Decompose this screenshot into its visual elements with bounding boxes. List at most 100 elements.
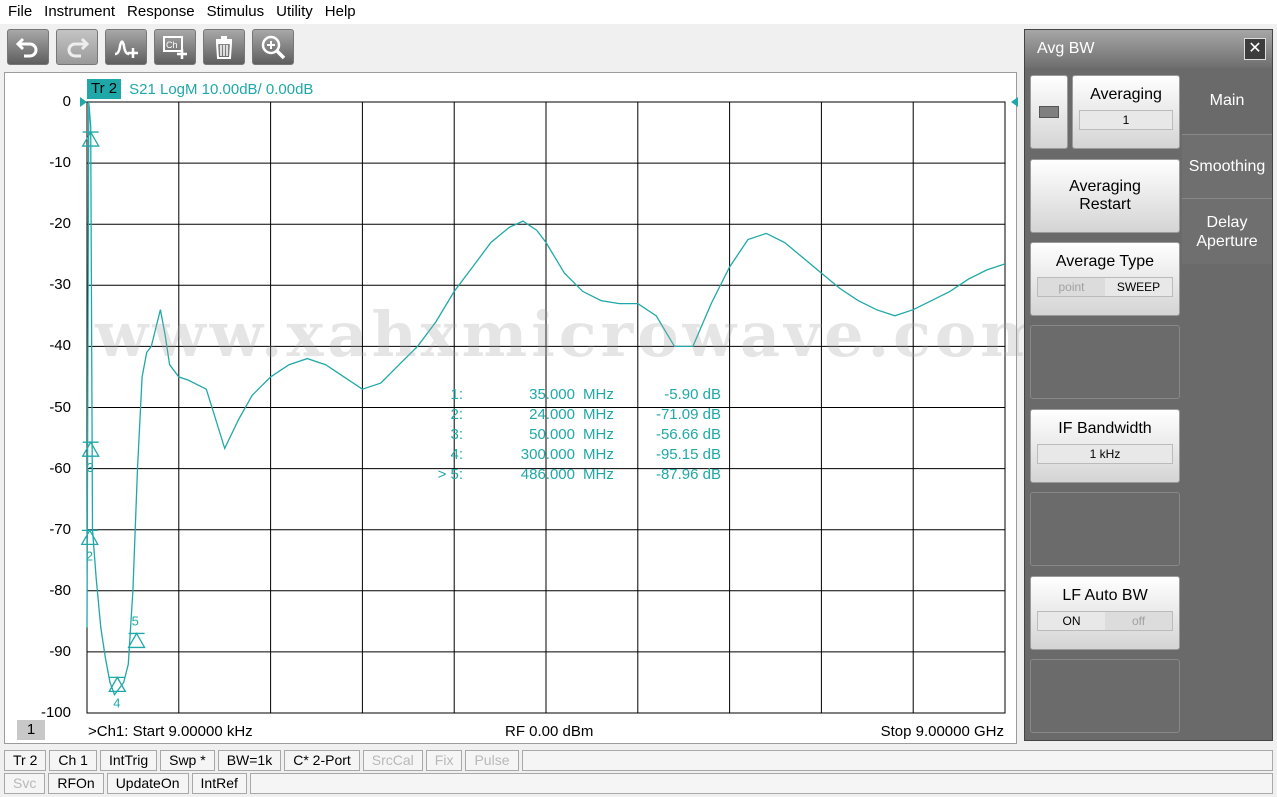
marker-row[interactable]: 3: 50.000 MHz -56.66 dB [429, 425, 721, 445]
lf-auto-bw-label: LF Auto BW [1062, 587, 1148, 604]
marker-3-label: 3 [87, 460, 94, 475]
channel-plus-icon: Ch [163, 36, 187, 59]
status-pulse[interactable]: Pulse [465, 750, 519, 771]
averaging-value[interactable]: 1 [1079, 110, 1173, 130]
y-tick-label: -30 [49, 276, 71, 294]
marker-4-label: 4 [113, 695, 120, 710]
marker-value: -5.90 dB [664, 386, 721, 403]
tab-smoothing[interactable]: Smoothing [1182, 134, 1272, 198]
averaging-led-icon [1039, 106, 1059, 118]
reference-marker-right-icon [1011, 97, 1018, 107]
marker-value: -56.66 dB [655, 426, 721, 443]
if-bandwidth-label: IF Bandwidth [1058, 420, 1152, 437]
marker-index: 1: [450, 386, 463, 403]
menu-help[interactable]: Help [319, 0, 362, 24]
averaging-restart-button[interactable]: Averaging Restart [1030, 159, 1180, 233]
reference-marker-left-icon [80, 97, 87, 107]
menu-utility[interactable]: Utility [270, 0, 319, 24]
marker-index: 4: [450, 446, 463, 463]
marker-5-icon [127, 632, 146, 649]
status-filler [249, 773, 1273, 794]
marker-row[interactable]: 4: 300.000 MHz -95.15 dB [429, 445, 721, 465]
delete-button[interactable] [203, 29, 245, 65]
status-updateon[interactable]: UpdateOn [106, 773, 189, 794]
marker-value: -87.96 dB [655, 466, 721, 483]
lf-auto-off[interactable]: off [1105, 612, 1172, 630]
add-trace-button[interactable] [105, 29, 147, 65]
status-bw-1k[interactable]: BW=1k [217, 750, 282, 771]
start-frequency[interactable]: >Ch1: Start 9.00000 kHz [88, 723, 253, 740]
menu-bar: File Instrument Response Stimulus Utilit… [0, 0, 1277, 24]
marker-frequency: 486.000 [520, 466, 575, 483]
softkey-column: Averaging 1 Averaging Restart Average Ty… [1025, 68, 1182, 740]
status-tr-2[interactable]: Tr 2 [4, 750, 47, 771]
empty-softkey-2 [1030, 492, 1180, 566]
y-tick-label: -90 [49, 642, 71, 660]
marker-frequency: 50.000 [529, 426, 575, 443]
status-inttrig[interactable]: IntTrig [99, 750, 158, 771]
marker-index: 3: [450, 426, 463, 443]
menu-response[interactable]: Response [121, 0, 201, 24]
avg-type-point[interactable]: point [1038, 278, 1105, 296]
svg-text:Ch: Ch [166, 40, 178, 50]
marker-row[interactable]: 1: 35.000 MHz -5.90 dB [429, 385, 721, 405]
zoom-button[interactable] [252, 29, 294, 65]
marker-table: 1: 35.000 MHz -5.90 dB 2: 24.000 MHz -71.09 dB 3… [429, 385, 721, 485]
y-tick-label: -10 [49, 154, 71, 172]
averaging-button[interactable]: Averaging 1 [1072, 75, 1180, 149]
marker-index: > 5: [437, 466, 463, 483]
lf-auto-bw-button[interactable]: LF Auto BW ON off [1030, 576, 1180, 650]
marker-row[interactable]: 2: 24.000 MHz -71.09 dB [429, 405, 721, 425]
status-intref[interactable]: IntRef [191, 773, 247, 794]
if-bandwidth-value[interactable]: 1 kHz [1037, 444, 1173, 464]
y-tick-label: -70 [49, 520, 71, 538]
redo-button[interactable] [56, 29, 98, 65]
undo-button[interactable] [7, 29, 49, 65]
marker-3-icon [81, 440, 100, 457]
tab-main[interactable]: Main [1182, 68, 1272, 134]
rf-power[interactable]: RF 0.00 dBm [505, 723, 593, 740]
lf-auto-on[interactable]: ON [1038, 612, 1105, 630]
status-ch-1[interactable]: Ch 1 [49, 750, 97, 771]
status-srccal[interactable]: SrcCal [362, 750, 423, 771]
lf-auto-bw-toggle[interactable]: ON off [1037, 611, 1173, 631]
softkey-panel: Avg BW ✕ Averaging 1 Averaging Restart A… [1024, 29, 1273, 741]
trace-tag[interactable]: Tr 2 [87, 79, 122, 99]
status-svc[interactable]: Svc [4, 773, 46, 794]
trace-display[interactable]: 2345 www.xahxmicrowave.com Tr 2 S21 LogM… [4, 72, 1046, 744]
marker-value: -95.15 dB [655, 446, 721, 463]
add-channel-button[interactable]: Ch [154, 29, 196, 65]
stop-frequency[interactable]: Stop 9.00000 GHz [881, 723, 1004, 740]
marker-frequency: 300.000 [520, 446, 575, 463]
menu-file[interactable]: File [2, 0, 38, 24]
marker-unit: MHz [583, 386, 614, 403]
menu-instrument[interactable]: Instrument [38, 0, 121, 24]
vna-app: File Instrument Response Stimulus Utilit… [0, 0, 1277, 797]
status-swp[interactable]: Swp * [160, 750, 215, 771]
trace-description[interactable]: S21 LogM 10.00dB/ 0.00dB [129, 81, 313, 98]
status-bar-row-1: Tr 2 Ch 1 IntTrig Swp * BW=1k C* 2-Port SrcCal… [4, 750, 1273, 771]
y-tick-label: -20 [49, 215, 71, 233]
tab-delay-aperture[interactable]: Delay Aperture [1182, 198, 1272, 264]
avg-type-sweep[interactable]: SWEEP [1105, 278, 1172, 296]
average-type-toggle[interactable]: point SWEEP [1037, 277, 1173, 297]
channel-number[interactable]: 1 [17, 720, 45, 740]
marker-frequency: 24.000 [529, 406, 575, 423]
status-filler [521, 750, 1273, 771]
average-type-label: Average Type [1055, 253, 1155, 270]
menu-stimulus[interactable]: Stimulus [201, 0, 271, 24]
trash-icon [215, 36, 233, 59]
y-tick-label: -50 [49, 398, 71, 416]
status-fix[interactable]: Fix [425, 750, 463, 771]
panel-title: Avg BW [1025, 30, 1272, 68]
close-icon[interactable]: ✕ [1244, 38, 1266, 60]
status-c-2-port[interactable]: C* 2-Port [284, 750, 360, 771]
toolbar: Ch [0, 26, 294, 68]
trace-plus-icon [114, 40, 138, 58]
averaging-toggle[interactable] [1030, 75, 1068, 149]
if-bandwidth-button[interactable]: IF Bandwidth 1 kHz [1030, 409, 1180, 483]
status-rfon[interactable]: RFOn [48, 773, 104, 794]
marker-row[interactable]: > 5: 486.000 MHz -87.96 dB [429, 465, 721, 485]
y-tick-label: -100 [40, 704, 71, 721]
average-type-button[interactable]: Average Type point SWEEP [1030, 242, 1180, 316]
